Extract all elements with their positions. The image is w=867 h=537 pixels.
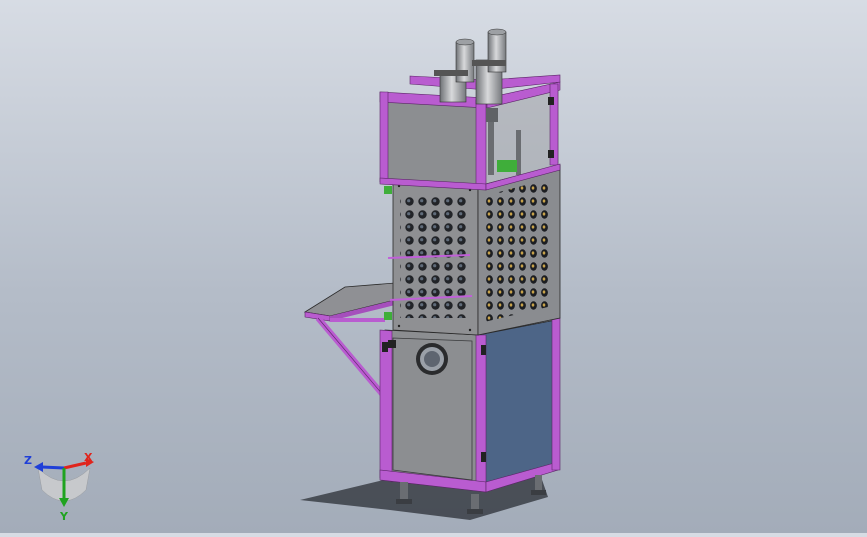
y-axis-label: Y: [59, 510, 69, 523]
triad-graphic: X Z Y: [24, 451, 94, 523]
x-axis-arrow: [63, 461, 87, 470]
z-axis-label: Z: [24, 454, 32, 467]
machine-model[interactable]: [0, 0, 867, 533]
orientation-triad[interactable]: X Z Y: [16, 446, 100, 524]
z-axis-arrow: [41, 465, 65, 470]
y-axis-arrowhead: [59, 498, 69, 507]
x-axis-label: X: [84, 451, 93, 464]
perforated-section: [384, 164, 561, 336]
cad-viewport[interactable]: X Z Y: [0, 0, 867, 533]
upper-frame: [379, 74, 561, 191]
